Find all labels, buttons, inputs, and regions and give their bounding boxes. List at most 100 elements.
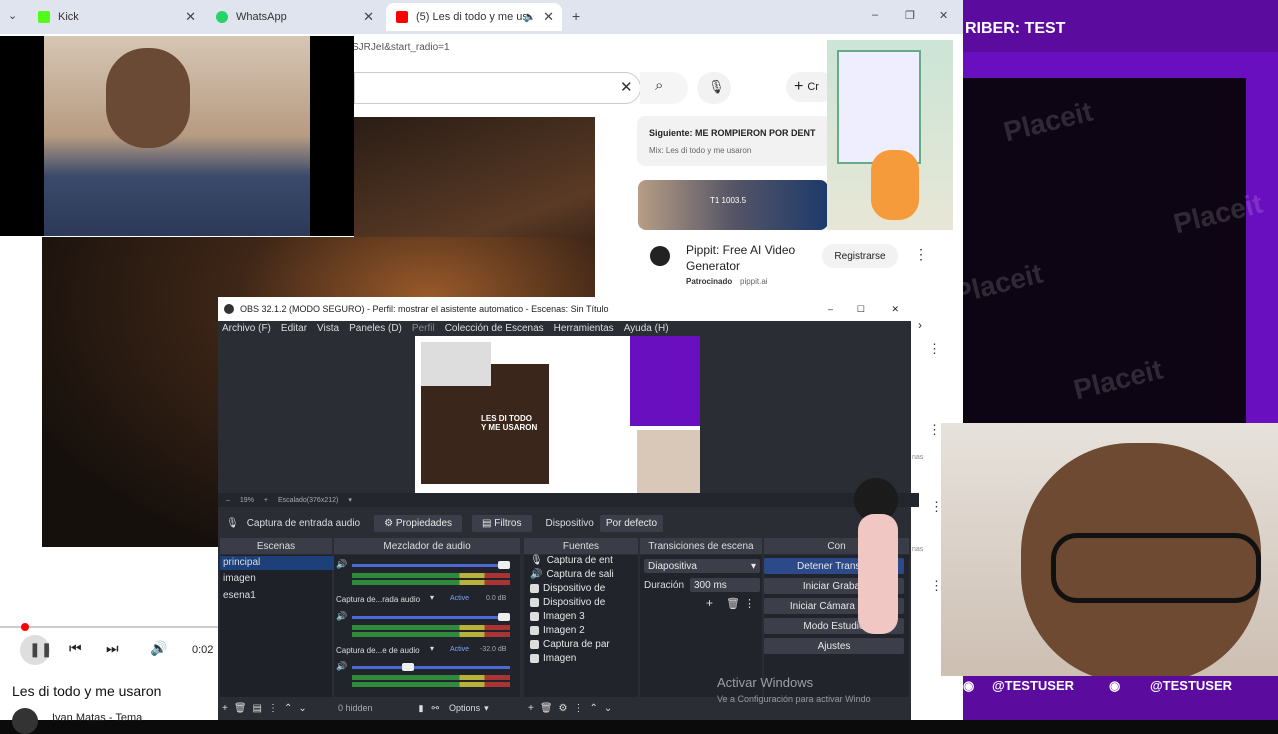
channel-name[interactable]: Ivan Matas - Tema bbox=[52, 712, 142, 724]
speaker-icon[interactable]: 🔊 bbox=[336, 611, 347, 622]
close-tab-icon[interactable]: ✕ bbox=[185, 9, 196, 25]
up-arrow-icon[interactable]: ⌃ bbox=[590, 703, 598, 714]
ad-thumbnail[interactable]: T1 1003.5 bbox=[638, 180, 828, 230]
speaker-icon[interactable]: 🔈 bbox=[524, 12, 536, 23]
pause-button[interactable]: ❚❚ bbox=[20, 635, 52, 665]
add-icon[interactable]: + bbox=[706, 596, 713, 610]
next-icon[interactable]: ⏭ bbox=[106, 640, 119, 657]
more-options-icon[interactable]: ⋮ bbox=[268, 703, 278, 714]
chevron-down-icon: ▾ bbox=[750, 560, 756, 572]
obs-close-button[interactable]: ✕ bbox=[891, 304, 899, 315]
link-icon[interactable]: ⚯ bbox=[432, 703, 440, 714]
more-options-icon[interactable]: ⋮ bbox=[914, 246, 928, 263]
filters-button[interactable]: ▤ Filtros bbox=[472, 514, 532, 532]
up-next-card[interactable]: Siguiente: ME ROMPIERON POR DENT Mix: Le… bbox=[637, 116, 831, 166]
menu-paneles[interactable]: Paneles (D) bbox=[349, 323, 402, 334]
stream-screen: Placeit Placeit Placeit Placeit bbox=[950, 78, 1266, 424]
trash-icon[interactable]: 🗑 bbox=[234, 703, 247, 714]
more-options-icon[interactable]: ⋮ bbox=[928, 341, 941, 357]
microphone-icon: 🎙 bbox=[708, 79, 725, 94]
close-tab-icon[interactable]: ✕ bbox=[363, 9, 374, 25]
tab-kick[interactable]: Kick ✕ bbox=[28, 3, 204, 31]
obs-minimize-button[interactable]: – bbox=[828, 304, 833, 314]
menu-perfil[interactable]: Perfil bbox=[412, 323, 435, 334]
url-text[interactable]: SJRJeI&start_radio=1 bbox=[352, 42, 450, 53]
obs-preview-area: LES DI TODO Y ME USARON bbox=[218, 335, 911, 494]
source-item[interactable]: 🔊 Captura de sali bbox=[530, 569, 614, 580]
chevron-right-icon[interactable]: › bbox=[918, 318, 922, 332]
channel-avatar[interactable] bbox=[12, 708, 38, 734]
add-icon[interactable]: + bbox=[222, 703, 228, 714]
filter-icon[interactable]: ▤ bbox=[253, 703, 262, 714]
more-options-icon[interactable]: ⋮ bbox=[744, 597, 755, 610]
youtube-icon bbox=[396, 11, 408, 23]
down-arrow-icon[interactable]: ⌄ bbox=[604, 703, 612, 714]
volume-slider[interactable] bbox=[352, 666, 510, 669]
tab-list-icon[interactable]: ⌄ bbox=[8, 9, 17, 22]
volume-knob[interactable] bbox=[498, 613, 510, 621]
properties-button[interactable]: ⚙ Propiedades bbox=[374, 514, 463, 532]
chevron-down-icon[interactable]: ▾ bbox=[430, 593, 434, 602]
tab-whatsapp[interactable]: WhatsApp ✕ bbox=[206, 3, 382, 31]
source-item[interactable]: 🎙 Captura de ent bbox=[530, 555, 613, 566]
maximize-button[interactable]: ❐ bbox=[905, 9, 915, 22]
source-item[interactable]: Imagen 3 bbox=[530, 611, 585, 622]
previous-icon[interactable]: ⏮ bbox=[69, 640, 82, 657]
more-options-icon[interactable]: ⋮ bbox=[928, 422, 941, 438]
volume-slider[interactable] bbox=[352, 616, 510, 619]
source-item[interactable]: Imagen bbox=[530, 653, 576, 664]
scene-item[interactable]: esena1 bbox=[223, 590, 256, 601]
down-arrow-icon[interactable]: ⌄ bbox=[298, 703, 306, 714]
minimize-button[interactable]: – bbox=[872, 9, 878, 21]
trash-icon[interactable]: 🗑 bbox=[726, 597, 740, 610]
chevron-down-icon[interactable]: ▾ bbox=[430, 644, 434, 653]
source-item[interactable]: Imagen 2 bbox=[530, 625, 585, 636]
chevron-down-icon[interactable]: ▾ bbox=[348, 496, 352, 504]
tab-youtube[interactable]: (5) Les di todo y me usaron 🔈 ✕ bbox=[386, 3, 562, 31]
progress-bar[interactable] bbox=[0, 626, 218, 628]
obs-preview-canvas[interactable]: LES DI TODO Y ME USARON bbox=[415, 336, 700, 494]
volume-slider[interactable] bbox=[352, 564, 510, 567]
ad-title[interactable]: Pippit: Free AI Video Generator bbox=[686, 242, 806, 274]
speaker-icon[interactable]: 🔊 bbox=[336, 559, 347, 570]
menu-herramientas[interactable]: Herramientas bbox=[554, 323, 614, 334]
more-options-icon[interactable]: ⋮ bbox=[574, 703, 584, 714]
source-item[interactable]: Captura de par bbox=[530, 639, 610, 650]
duration-input[interactable]: 300 ms bbox=[690, 578, 760, 592]
source-item[interactable]: Dispositivo de bbox=[530, 583, 605, 594]
menu-ayuda[interactable]: Ayuda (H) bbox=[624, 323, 669, 334]
add-icon[interactable]: + bbox=[528, 703, 534, 714]
volume-knob[interactable] bbox=[402, 663, 414, 671]
menu-coleccion[interactable]: Colección de Escenas bbox=[445, 323, 544, 334]
zoom-in-button[interactable]: + bbox=[264, 497, 268, 504]
register-button[interactable]: Registrarse bbox=[822, 244, 898, 268]
scene-item[interactable]: imagen bbox=[223, 573, 256, 584]
close-tab-icon[interactable]: ✕ bbox=[543, 9, 554, 25]
volume-knob[interactable] bbox=[498, 561, 510, 569]
trash-icon[interactable]: 🗑 bbox=[540, 703, 553, 714]
device-select[interactable]: Por defecto bbox=[599, 514, 664, 532]
obs-maximize-button[interactable]: ☐ bbox=[857, 304, 865, 315]
menu-archivo[interactable]: Archivo (F) bbox=[222, 323, 271, 334]
close-window-button[interactable]: ✕ bbox=[939, 9, 948, 22]
clear-search-icon[interactable]: ✕ bbox=[620, 78, 633, 96]
panel-icon[interactable]: ▮ bbox=[419, 703, 424, 714]
scene-item[interactable]: principal bbox=[220, 556, 335, 570]
progress-handle[interactable] bbox=[21, 623, 29, 631]
zoom-out-button[interactable]: – bbox=[226, 497, 230, 504]
face-shape bbox=[106, 48, 190, 148]
search-input[interactable] bbox=[354, 72, 641, 104]
chevron-down-icon[interactable]: ▾ bbox=[484, 703, 489, 714]
source-item[interactable]: Dispositivo de bbox=[530, 597, 605, 608]
new-tab-button[interactable]: + bbox=[572, 8, 580, 24]
up-arrow-icon[interactable]: ⌃ bbox=[284, 703, 292, 714]
transition-select[interactable]: Diapositiva ▾ bbox=[644, 559, 760, 573]
menu-editar[interactable]: Editar bbox=[281, 323, 307, 334]
microphone-button[interactable]: 🎙 bbox=[697, 72, 731, 104]
gear-icon[interactable]: ⚙ bbox=[559, 703, 568, 714]
speaker-icon[interactable]: 🔊 bbox=[336, 661, 347, 672]
menu-vista[interactable]: Vista bbox=[317, 323, 339, 334]
volume-icon[interactable]: 🔊 bbox=[150, 640, 167, 657]
scenes-toolbar: + 🗑 ▤ ⋮ ⌃ ⌄ bbox=[220, 700, 334, 716]
search-button[interactable]: ⌕ bbox=[640, 72, 688, 104]
